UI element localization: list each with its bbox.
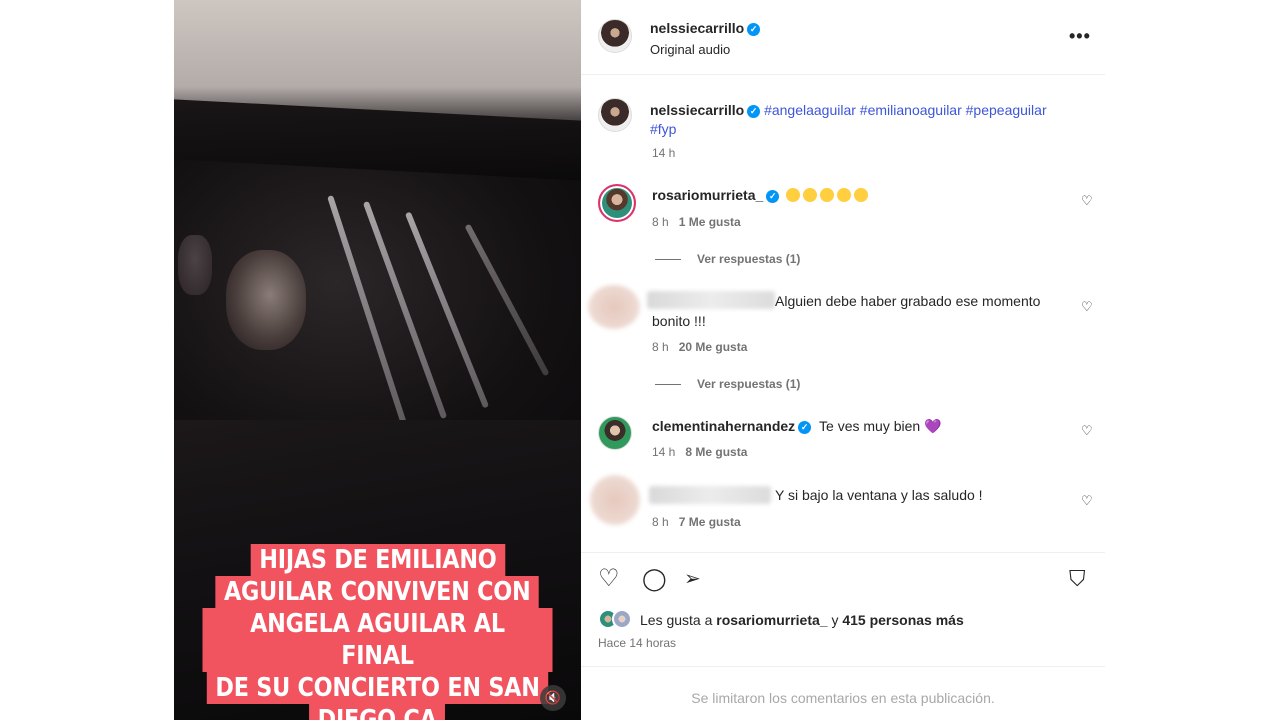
- mute-icon[interactable]: 🔇: [540, 685, 566, 711]
- emoji-icon: [837, 188, 852, 202]
- emoji-icon: [803, 188, 818, 202]
- verified-icon: ✓: [747, 23, 761, 36]
- like-heart-icon[interactable]: ♡: [598, 567, 620, 591]
- author-username[interactable]: nelssiecarrillo ✓: [650, 20, 761, 36]
- username-text[interactable]: clementinahernandez: [652, 418, 795, 434]
- comment-likes[interactable]: 8 Me gusta: [685, 445, 747, 459]
- view-replies-link[interactable]: Ver respuestas (1): [655, 252, 800, 266]
- commenter-avatar[interactable]: [590, 475, 640, 525]
- hashtags[interactable]: #angelaaguilar #emilianoaguilar #pepeagu…: [764, 102, 1047, 118]
- actions-divider: [581, 552, 1105, 553]
- post-video[interactable]: HIJAS DE EMILIANO AGUILAR CONVIVEN CON A…: [174, 0, 581, 720]
- likes-prefix: Les gusta a: [640, 612, 717, 628]
- comment-likes[interactable]: 7 Me gusta: [679, 515, 741, 529]
- commenter-avatar[interactable]: [598, 184, 636, 222]
- likes-count[interactable]: 415 personas más: [842, 612, 963, 628]
- liker-avatars[interactable]: [598, 609, 638, 631]
- comment-time: 14 h: [652, 445, 676, 459]
- emoji-icon: [786, 188, 801, 202]
- like-comment-heart-icon[interactable]: ♡: [1081, 423, 1093, 439]
- comment-text: Te ves muy bien: [819, 418, 921, 434]
- view-replies-link[interactable]: Ver respuestas (1): [655, 377, 800, 391]
- username-text[interactable]: rosariomurrieta_: [652, 187, 763, 203]
- likes-user[interactable]: rosariomurrieta_: [716, 612, 827, 628]
- comment-text: bonito !!!: [652, 313, 706, 329]
- person-in-window: [226, 250, 306, 350]
- comments-limited-note: Se limitaron los comentarios en esta pub…: [691, 690, 995, 706]
- caption-line: DIEGO CA: [309, 704, 446, 720]
- hashtag-fyp[interactable]: #fyp: [650, 121, 676, 137]
- likes-summary: Les gusta a rosariomurrieta_ y 415 perso…: [640, 612, 964, 628]
- waving-hand: [178, 235, 212, 295]
- header-divider: [581, 74, 1105, 75]
- instagram-post-modal: HIJAS DE EMILIANO AGUILAR CONVIVEN CON A…: [0, 0, 1280, 720]
- post-panel: nelssiecarrillo ✓ Original audio ••• nels…: [581, 0, 1105, 720]
- emoji-icon: [820, 188, 835, 202]
- share-icon[interactable]: ➢: [684, 567, 701, 591]
- caption-username[interactable]: nelssiecarrillo: [650, 102, 744, 118]
- verified-icon: ✓: [798, 421, 812, 434]
- emoji-icon: [854, 188, 869, 202]
- commenter-avatar[interactable]: [598, 416, 632, 450]
- caption-line: AGUILAR CONVIVEN CON: [215, 576, 540, 608]
- username-text[interactable]: nelssiecarrillo: [650, 20, 744, 36]
- comment-likes[interactable]: 1 Me gusta: [679, 215, 741, 229]
- save-bookmark-icon[interactable]: ⛉: [1069, 567, 1086, 591]
- caption-line: DE SU CONCIERTO EN SAN: [206, 672, 549, 704]
- verified-icon: ✓: [766, 190, 780, 203]
- likes-middle: y: [827, 612, 843, 628]
- audio-label[interactable]: Original audio: [650, 42, 730, 57]
- comment-icon[interactable]: ◯: [642, 567, 667, 591]
- author-avatar[interactable]: [598, 98, 632, 132]
- comment-meta: 8 h 1 Me gusta: [652, 215, 741, 229]
- comment-time: 8 h: [652, 340, 669, 354]
- verified-icon: ✓: [747, 105, 761, 118]
- comment-text: Y si bajo la ventana y las saludo !: [775, 487, 983, 503]
- caption-line: ANGELA AGUILAR AL FINAL: [202, 608, 553, 672]
- comment-username[interactable]: clementinahernandez ✓ Te ves muy bien 💜: [652, 418, 942, 435]
- comment-text: Alguien debe haber grabado ese momento: [775, 293, 1041, 309]
- like-comment-heart-icon[interactable]: ♡: [1081, 493, 1093, 509]
- footer-divider: [581, 666, 1105, 667]
- comment-time: 8 h: [652, 515, 669, 529]
- comment-likes[interactable]: 20 Me gusta: [679, 340, 748, 354]
- comment-username[interactable]: rosariomurrieta_ ✓: [652, 187, 869, 203]
- liker-avatar: [612, 609, 632, 629]
- author-avatar[interactable]: [598, 19, 632, 53]
- post-time: 14 h: [652, 146, 676, 160]
- comment-time: 8 h: [652, 215, 669, 229]
- more-options-icon[interactable]: •••: [1069, 26, 1091, 47]
- blurred-username[interactable]: [649, 486, 771, 504]
- post-date[interactable]: Hace 14 horas: [598, 636, 676, 650]
- like-comment-heart-icon[interactable]: ♡: [1081, 299, 1093, 315]
- video-caption: HIJAS DE EMILIANO AGUILAR CONVIVEN CON A…: [174, 544, 581, 720]
- purple-heart-icon: 💜: [924, 418, 942, 434]
- blurred-username[interactable]: [647, 291, 775, 309]
- caption-line: HIJAS DE EMILIANO: [250, 544, 505, 576]
- like-comment-heart-icon[interactable]: ♡: [1081, 193, 1093, 209]
- comment-meta: 8 h 20 Me gusta: [652, 340, 747, 354]
- commenter-avatar[interactable]: [588, 285, 640, 329]
- post-caption: nelssiecarrillo ✓ #angelaaguilar #emilian…: [650, 101, 1090, 139]
- comment-meta: 8 h 7 Me gusta: [652, 515, 741, 529]
- comment-meta: 14 h 8 Me gusta: [652, 445, 747, 459]
